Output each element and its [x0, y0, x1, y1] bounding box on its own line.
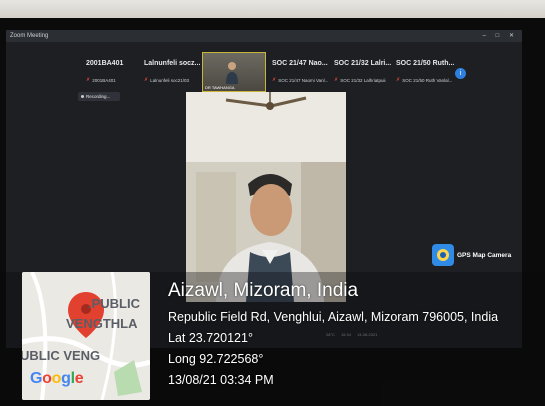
map-label-line2: VENGTHLA [66, 316, 138, 331]
participant-name: Lalnunfeli socz... [144, 60, 201, 67]
recording-dot-icon [81, 95, 84, 98]
location-longitude: Long 92.722568° [168, 352, 264, 366]
participant-tile[interactable]: SOC 21/50 Ruth... ✗ SOC 21/50 Ruth Vanla… [396, 54, 462, 88]
mic-muted-icon: ✗ [144, 77, 149, 83]
participant-sub: ✗ SOC 21/50 Ruth Vanlal... [396, 77, 453, 83]
participant-sub: ✗ 2001BA401 [86, 77, 116, 83]
gps-camera-icon [432, 244, 454, 266]
participant-tile[interactable]: SOC 21/32 Lalri... ✗ SOC 21/32 Lalhriatp… [334, 54, 396, 88]
window-controls[interactable]: – □ ✕ [483, 30, 518, 42]
participant-name: SOC 21/32 Lalri... [334, 60, 392, 67]
window-title: Zoom Meeting [10, 33, 49, 39]
location-title: Aizawl, Mizoram, India [168, 280, 359, 301]
map-label-line1: .PUBLIC [88, 296, 140, 311]
participant-name: 2001BA401 [86, 60, 124, 67]
participant-tile[interactable]: Lalnunfeli socz... ✗ Lalnunfeli soc21/03 [144, 54, 206, 88]
recording-label: Recording... [86, 94, 111, 99]
mic-muted-icon: ✗ [334, 77, 339, 83]
participant-sub: ✗ SOC 21/47 Naomi Vanl... [272, 77, 329, 83]
gps-badge-label: GPS Map Camera [457, 251, 512, 259]
map-label-line3: UBLIC VENG [22, 348, 101, 363]
info-icon[interactable]: i [455, 68, 466, 79]
participant-sub: ✗ Lalnunfeli soc21/03 [144, 77, 189, 83]
photo-scene: Zoom Meeting – □ ✕ 2001BA401 ✗ 2001BA401… [0, 0, 545, 406]
mic-muted-icon: ✗ [86, 77, 91, 83]
person-thumbnail-icon [226, 62, 238, 84]
gps-map-camera-badge: GPS Map Camera [432, 244, 511, 266]
location-latitude: Lat 23.720121° [168, 331, 253, 345]
mic-muted-icon: ✗ [272, 77, 277, 83]
recording-indicator[interactable]: Recording... [78, 92, 120, 101]
speaker-video [186, 92, 346, 302]
map-thumbnail: .PUBLIC VENGTHLA UBLIC VENG Google [22, 272, 150, 400]
participant-sub: ✗ SOC 21/32 Lalhriatpuii [334, 77, 386, 83]
participant-name: SOC 21/47 Nao... [272, 60, 328, 67]
thumbnail-caption: DR TAWHANGA [205, 85, 235, 90]
location-timestamp: 13/08/21 03:34 PM [168, 373, 274, 387]
active-speaker-thumbnail[interactable]: DR TAWHANGA [202, 52, 266, 92]
participant-tile[interactable]: 2001BA401 ✗ 2001BA401 [86, 54, 138, 88]
speaker-scene [186, 92, 346, 302]
mic-muted-icon: ✗ [396, 77, 401, 83]
location-address: Republic Field Rd, Venghlui, Aizawl, Miz… [168, 310, 499, 324]
google-logo: Google [30, 370, 84, 387]
participant-name: SOC 21/50 Ruth... [396, 60, 455, 67]
participant-strip: 2001BA401 ✗ 2001BA401 Lalnunfeli socz...… [76, 54, 476, 90]
window-titlebar: Zoom Meeting – □ ✕ [6, 30, 522, 42]
participant-tile[interactable]: SOC 21/47 Nao... ✗ SOC 21/47 Naomi Vanl.… [272, 54, 338, 88]
